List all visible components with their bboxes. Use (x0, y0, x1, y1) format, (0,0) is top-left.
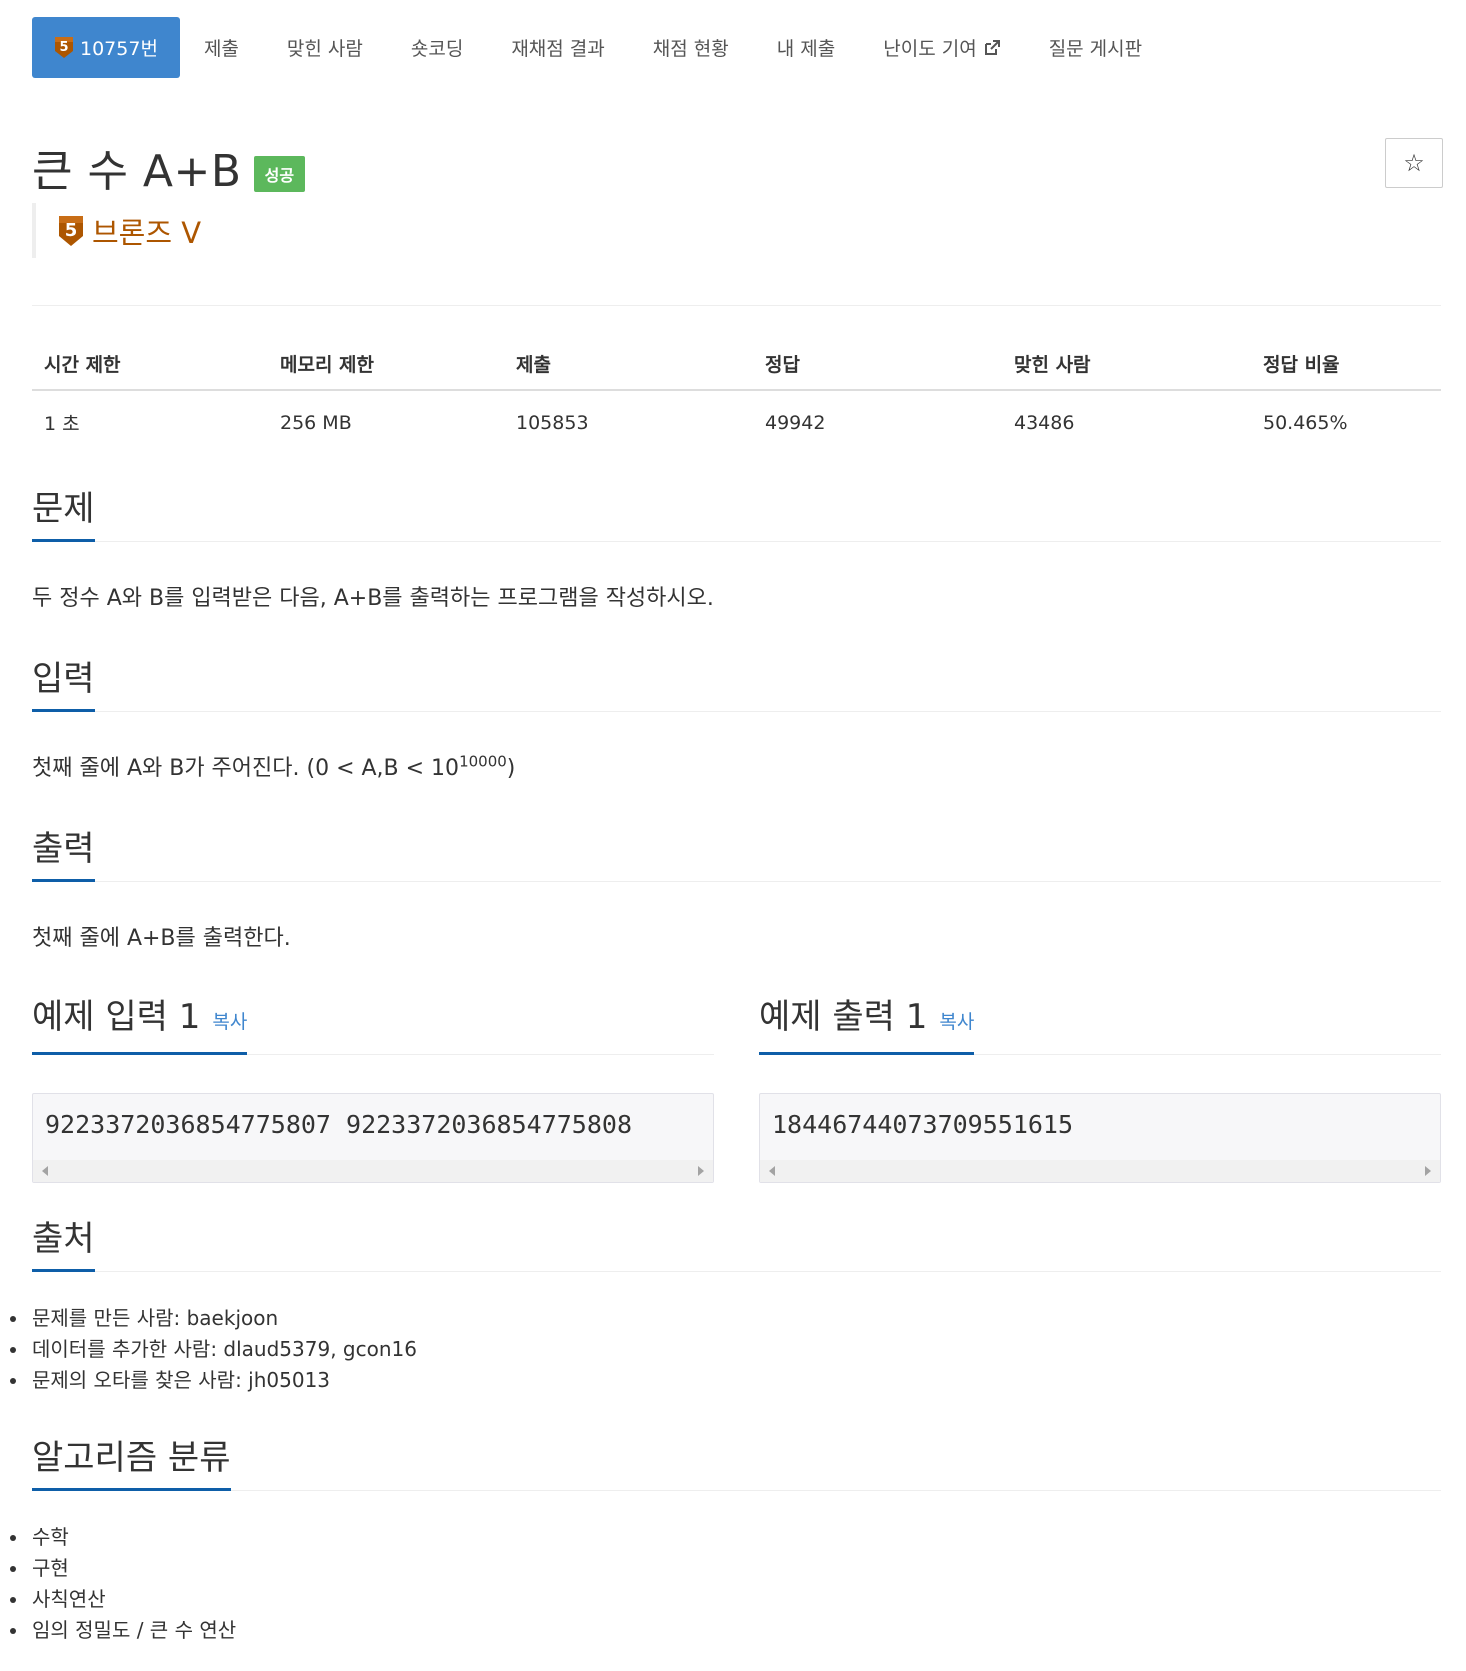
section-title-source: 출처 (32, 1219, 95, 1272)
source-section: 출처 (32, 1215, 1441, 1272)
horizontal-scrollbar[interactable] (33, 1160, 713, 1182)
problem-description: 두 정수 A와 B를 입력받은 다음, A+B를 출력하는 프로그램을 작성하시… (32, 586, 714, 611)
tab-problem[interactable]: 5 10757번 (32, 17, 180, 78)
copy-sample-output-link[interactable]: 복사 (939, 1011, 974, 1033)
table-header-row: 시간 제한 메모리 제한 제출 정답 맞힌 사람 정답 비율 (32, 340, 1441, 391)
tab-solved-users[interactable]: 맞힌 사람 (263, 17, 387, 78)
list-item[interactable]: 문제의 오타를 찾은 사람: jh05013 (10, 1365, 417, 1396)
submissions-value: 105853 (516, 411, 589, 434)
problem-nav-tabs: 5 10757번 제출 맞힌 사람 숏코딩 재채점 결과 채점 현황 내 제출 … (32, 17, 1166, 78)
accepted-value: 49942 (765, 411, 826, 434)
svg-text:5: 5 (59, 40, 68, 55)
solved-users-value: 43486 (1014, 411, 1075, 434)
tab-question-board-label: 질문 게시판 (1048, 38, 1143, 60)
sample-input-text: 9223372036854775807 9223372036854775808 (45, 1110, 632, 1139)
scroll-left-arrow-icon[interactable] (769, 1166, 775, 1176)
sample-output-title: 예제 출력 1 (759, 997, 928, 1037)
sample-input-title: 예제 입력 1 (32, 997, 201, 1037)
favorite-star-button[interactable]: ☆ (1385, 138, 1443, 188)
tab-judge-status[interactable]: 채점 현황 (629, 17, 753, 78)
tab-rejudge-results-label: 재채점 결과 (511, 38, 605, 60)
output-section: 출력 첫째 줄에 A+B를 출력한다. (32, 825, 1441, 952)
list-item[interactable]: 구현 (9, 1553, 236, 1584)
tab-difficulty-contribution-label: 난이도 기여 (883, 38, 977, 60)
tab-problem-label: 10757번 (80, 38, 158, 60)
input-exponent: 10000 (459, 752, 507, 771)
sample-output-text: 18446744073709551615 (772, 1110, 1074, 1139)
section-title-input: 입력 (32, 659, 95, 712)
tier-label[interactable]: 브론즈 V (92, 210, 201, 252)
section-title-sample-input: 예제 입력 1 복사 (32, 997, 248, 1055)
bronze-tier-icon: 5 (58, 215, 84, 247)
accept-ratio-header: 정답 비율 (1251, 340, 1441, 391)
memory-limit-value: 256 MB (280, 411, 352, 434)
memory-limit-header: 메모리 제한 (268, 340, 504, 391)
sample-input-box: 9223372036854775807 9223372036854775808 (32, 1093, 714, 1183)
section-title-problem: 문제 (32, 489, 95, 542)
input-text-end: ) (506, 756, 516, 781)
tab-solved-users-label: 맞힌 사람 (286, 38, 363, 60)
list-item[interactable]: 데이터를 추가한 사람: dlaud5379, gcon16 (10, 1334, 417, 1365)
section-title-output: 출력 (32, 829, 95, 882)
sample-output-section: 예제 출력 1 복사 18446744073709551615 (759, 990, 1441, 1183)
bronze-tier-icon: 5 (54, 36, 74, 59)
tab-my-submissions[interactable]: 내 제출 (753, 17, 859, 78)
svg-text:5: 5 (65, 220, 78, 241)
scroll-right-arrow-icon[interactable] (1425, 1166, 1431, 1176)
sample-input-section: 예제 입력 1 복사 9223372036854775807 9223372036… (32, 990, 714, 1183)
solved-users-header: 맞힌 사람 (1002, 340, 1251, 391)
algorithm-list: 수학 구현 사칙연산 임의 정밀도 / 큰 수 연산 (0, 1522, 236, 1646)
tab-question-board[interactable]: 질문 게시판 (1025, 17, 1166, 78)
submissions-header: 제출 (504, 340, 753, 391)
tab-submit[interactable]: 제출 (180, 17, 263, 78)
copy-sample-input-link[interactable]: 복사 (212, 1011, 247, 1033)
algorithm-section: 알고리즘 분류 (32, 1434, 1441, 1491)
accept-ratio-value: 50.465% (1263, 411, 1348, 434)
input-description: 첫째 줄에 A와 B가 주어진다. (0 < A,B < 1010000) (32, 750, 1441, 782)
tier-block: 5 브론즈 V (32, 203, 201, 258)
problem-title-row: 큰 수 A+B 성공 (32, 135, 306, 199)
problem-info-table: 시간 제한 메모리 제한 제출 정답 맞힌 사람 정답 비율 1 초 256 M… (32, 340, 1441, 446)
problem-section: 문제 두 정수 A와 B를 입력받은 다음, A+B를 출력하는 프로그램을 작… (32, 485, 1441, 612)
input-text: 첫째 줄에 A와 B가 주어진다. (0 < A,B < 10 (32, 756, 460, 781)
status-badge: 성공 (253, 156, 306, 192)
tab-rejudge-results[interactable]: 재채점 결과 (487, 17, 628, 78)
list-item[interactable]: 임의 정밀도 / 큰 수 연산 (9, 1615, 236, 1646)
tab-short-coding-label: 숏코딩 (410, 38, 464, 60)
horizontal-scrollbar[interactable] (760, 1160, 1440, 1182)
section-title-algorithm: 알고리즘 분류 (32, 1438, 231, 1491)
list-item[interactable]: 사칙연산 (9, 1584, 236, 1615)
section-title-sample-output: 예제 출력 1 복사 (759, 997, 975, 1055)
scroll-right-arrow-icon[interactable] (698, 1166, 704, 1176)
problem-title: 큰 수 A+B (32, 146, 242, 197)
divider (32, 305, 1441, 306)
table-row: 1 초 256 MB 105853 49942 43486 50.465% (32, 390, 1441, 446)
tab-short-coding[interactable]: 숏코딩 (387, 17, 487, 78)
tab-judge-status-label: 채점 현황 (652, 38, 729, 60)
input-section: 입력 첫째 줄에 A와 B가 주어진다. (0 < A,B < 1010000) (32, 655, 1441, 782)
list-item[interactable]: 수학 (9, 1522, 236, 1553)
tab-difficulty-contribution[interactable]: 난이도 기여 (859, 17, 1024, 78)
scroll-left-arrow-icon[interactable] (42, 1166, 48, 1176)
external-link-icon (983, 39, 1001, 57)
accepted-header: 정답 (753, 340, 1002, 391)
time-limit-value: 1 초 (44, 413, 80, 435)
source-list: 문제를 만든 사람: baekjoon 데이터를 추가한 사람: dlaud53… (0, 1303, 417, 1396)
tab-submit-label: 제출 (203, 38, 239, 60)
sample-output-box: 18446744073709551615 (759, 1093, 1441, 1183)
output-description: 첫째 줄에 A+B를 출력한다. (32, 926, 291, 951)
list-item[interactable]: 문제를 만든 사람: baekjoon (10, 1303, 417, 1334)
tab-my-submissions-label: 내 제출 (776, 38, 836, 60)
star-icon: ☆ (1403, 149, 1425, 177)
time-limit-header: 시간 제한 (32, 340, 268, 391)
